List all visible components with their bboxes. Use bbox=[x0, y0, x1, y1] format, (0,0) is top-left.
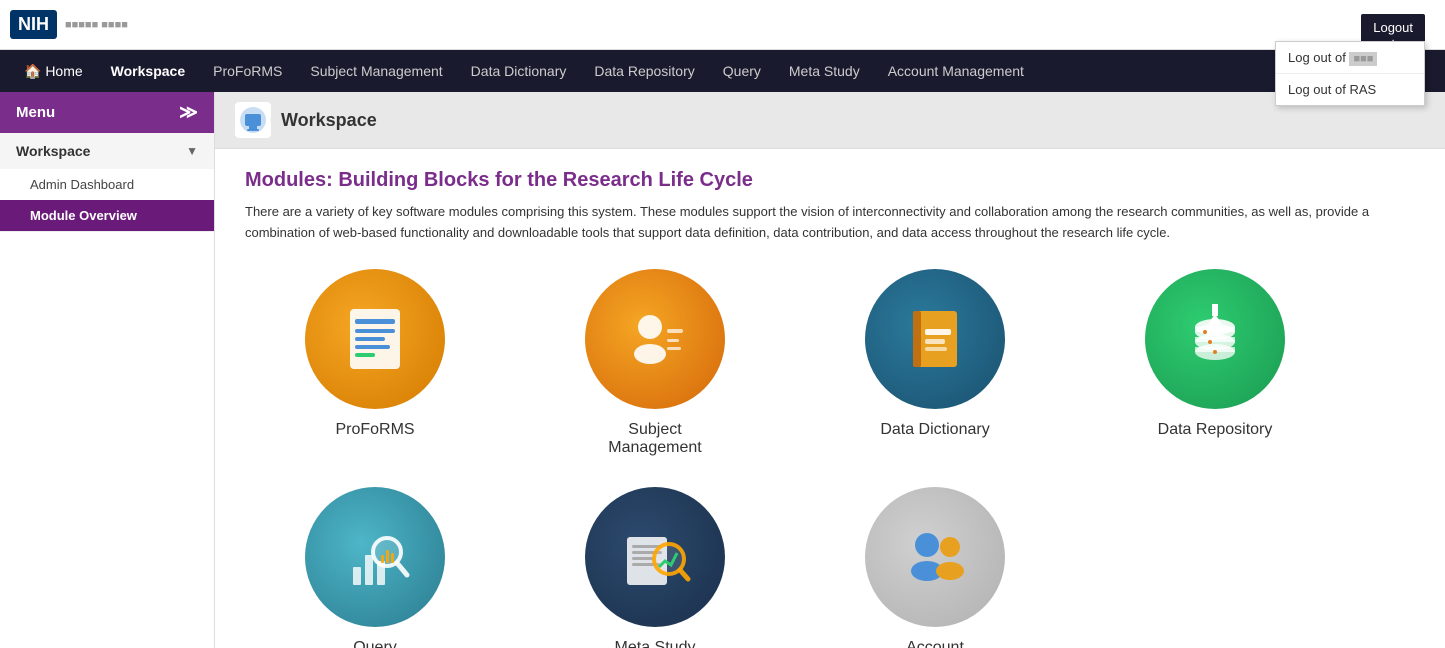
module-label-proforms: ProFoRMS bbox=[335, 421, 414, 439]
logout-ras-item[interactable]: Log out of RAS bbox=[1276, 74, 1424, 105]
top-bar: NIH ■■■■■ ■■■■ Logout ▲ Log out of ■■■ L… bbox=[0, 0, 1445, 50]
nih-text: ■■■■■ ■■■■ bbox=[65, 19, 128, 31]
sidebar-section-workspace: Workspace ▼ Admin Dashboard Module Overv… bbox=[0, 133, 214, 232]
workspace-icon bbox=[235, 102, 271, 138]
module-circle-account bbox=[865, 487, 1005, 627]
logout-account-item[interactable]: Log out of ■■■ bbox=[1276, 42, 1424, 74]
nav-item-data-dictionary[interactable]: Data Dictionary bbox=[457, 50, 581, 92]
module-card-proforms[interactable]: ProFoRMS bbox=[245, 269, 505, 457]
sidebar-workspace-chevron: ▼ bbox=[186, 144, 198, 158]
nav-item-meta-study[interactable]: Meta Study bbox=[775, 50, 874, 92]
sidebar-workspace-label: Workspace bbox=[16, 143, 90, 159]
nih-logo: NIH ■■■■■ ■■■■ bbox=[10, 10, 128, 39]
nav-item-query[interactable]: Query bbox=[709, 50, 775, 92]
module-circle-dictionary bbox=[865, 269, 1005, 409]
module-circle-repository bbox=[1145, 269, 1285, 409]
sidebar-menu-chevron: ≫ bbox=[179, 102, 198, 123]
module-card-subject[interactable]: Subject Management bbox=[525, 269, 785, 457]
module-label-query: Query bbox=[353, 639, 397, 648]
module-card-account[interactable]: Account Management bbox=[805, 487, 1065, 648]
module-circle-subject bbox=[585, 269, 725, 409]
module-label-account: Account Management bbox=[888, 639, 981, 648]
nav-item-workspace[interactable]: Workspace bbox=[97, 50, 199, 92]
sidebar: Menu ≫ Workspace ▼ Admin Dashboard Modul… bbox=[0, 92, 215, 648]
nav-item-proforms[interactable]: ProFoRMS bbox=[199, 50, 296, 92]
module-grid-row2: Query bbox=[245, 487, 1345, 648]
module-grid-row1: ProFoRMS Subject Management bbox=[245, 269, 1345, 457]
nih-badge: NIH bbox=[10, 10, 57, 39]
sidebar-item-module-overview[interactable]: Module Overview bbox=[0, 200, 214, 231]
module-label-subject: Subject Management bbox=[608, 421, 701, 457]
module-section: Modules: Building Blocks for the Researc… bbox=[215, 149, 1445, 648]
workspace-page-title: Workspace bbox=[281, 110, 377, 131]
sidebar-menu-label: Menu bbox=[16, 104, 55, 121]
content-wrapper: Menu ≫ Workspace ▼ Admin Dashboard Modul… bbox=[0, 92, 1445, 648]
sidebar-menu-header[interactable]: Menu ≫ bbox=[0, 92, 214, 133]
nav-item-account-management[interactable]: Account Management bbox=[874, 50, 1038, 92]
module-card-dictionary[interactable]: Data Dictionary bbox=[805, 269, 1065, 457]
module-label-repository: Data Repository bbox=[1158, 421, 1273, 439]
nav-item-subject-management[interactable]: Subject Management bbox=[296, 50, 456, 92]
module-circle-query bbox=[305, 487, 445, 627]
module-card-meta[interactable]: Meta Study bbox=[525, 487, 785, 648]
module-card-repository[interactable]: Data Repository bbox=[1085, 269, 1345, 457]
sidebar-item-admin-dashboard[interactable]: Admin Dashboard bbox=[0, 169, 214, 200]
nav-bar: 🏠 Home Workspace ProFoRMS Subject Manage… bbox=[0, 50, 1445, 92]
nav-item-home[interactable]: 🏠 Home bbox=[10, 50, 97, 92]
workspace-page-header: Workspace bbox=[215, 92, 1445, 149]
nav-item-data-repository[interactable]: Data Repository bbox=[580, 50, 708, 92]
module-card-query[interactable]: Query bbox=[245, 487, 505, 648]
module-description: There are a variety of key software modu… bbox=[245, 202, 1415, 244]
module-heading: Modules: Building Blocks for the Researc… bbox=[245, 169, 1415, 192]
module-circle-proforms bbox=[305, 269, 445, 409]
module-label-dictionary: Data Dictionary bbox=[880, 421, 989, 439]
module-circle-meta bbox=[585, 487, 725, 627]
main-content: Workspace Modules: Building Blocks for t… bbox=[215, 92, 1445, 648]
module-label-meta: Meta Study bbox=[615, 639, 696, 648]
logout-dropdown: Log out of ■■■ Log out of RAS bbox=[1275, 41, 1425, 106]
sidebar-workspace-header[interactable]: Workspace ▼ bbox=[0, 133, 214, 169]
empty-cell bbox=[1085, 487, 1345, 648]
